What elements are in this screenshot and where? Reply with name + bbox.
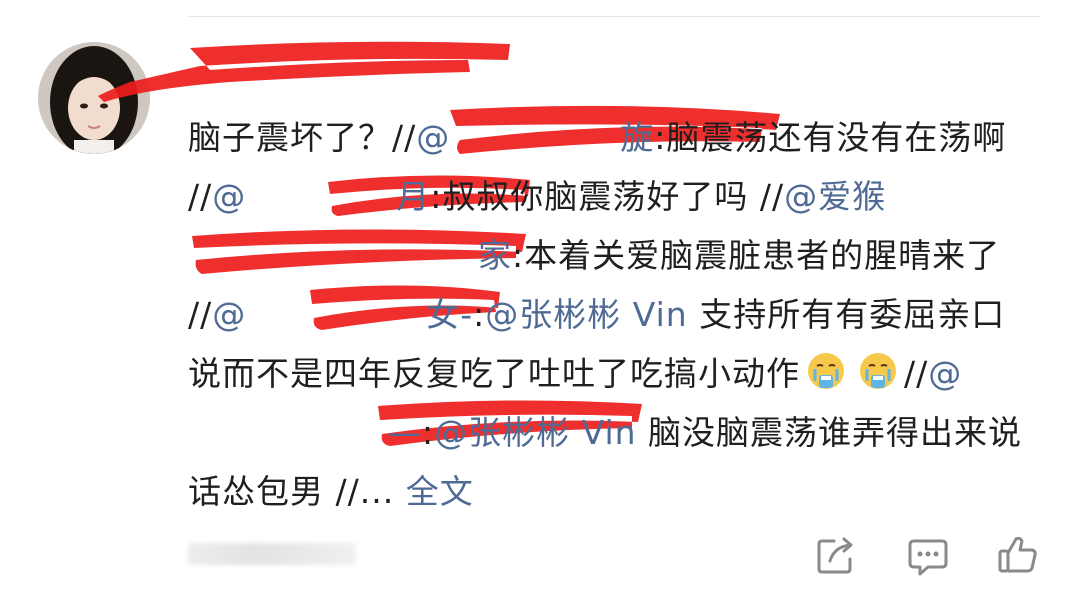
mention-link[interactable]: 旋 xyxy=(620,118,654,157)
comment-text: : xyxy=(473,295,486,334)
mention-link[interactable]: @ xyxy=(928,354,962,393)
crying-emoji-icon xyxy=(858,350,898,390)
comment-bubble-icon[interactable] xyxy=(906,533,950,577)
mention-link[interactable]: 家 xyxy=(478,236,512,275)
top-divider xyxy=(188,16,1040,17)
mention-link[interactable]: 女- xyxy=(426,295,473,334)
crying-emoji-icon xyxy=(806,350,846,390)
mention-link[interactable]: 猴 xyxy=(852,177,886,216)
action-bar xyxy=(0,525,1080,585)
expand-full-text-link[interactable]: 全文 xyxy=(394,472,474,511)
mention-link[interactable]: @张彬彬 Vin xyxy=(434,413,636,452)
mention-link[interactable]: @ xyxy=(212,177,246,216)
comment-text: : xyxy=(422,413,435,452)
mention-link[interactable]: @ xyxy=(416,118,450,157)
thumbs-up-icon[interactable] xyxy=(996,533,1040,577)
share-arrow-icon[interactable] xyxy=(814,533,858,577)
comment-text: 脑子震坏了？// xyxy=(188,118,417,157)
mention-link[interactable]: 月 xyxy=(396,177,430,216)
mention-link[interactable]: @张彬彬 Vin xyxy=(485,295,687,334)
comment-body: 脑子震坏了？//@ 旋:脑震荡还有没有在荡啊 //@ 月:叔叔你脑震荡好了吗 //@… xyxy=(188,108,1038,521)
comment-text: // xyxy=(904,354,929,393)
mention-link[interactable]: @爱 xyxy=(784,177,852,216)
mention-link[interactable]: — xyxy=(388,413,422,452)
mention-link[interactable]: @ xyxy=(212,295,246,334)
avatar[interactable] xyxy=(38,42,150,154)
comment-text: :叔叔你脑震荡好了吗 // xyxy=(430,177,785,216)
redaction-username xyxy=(98,41,510,102)
blurred-timestamp xyxy=(188,543,356,565)
